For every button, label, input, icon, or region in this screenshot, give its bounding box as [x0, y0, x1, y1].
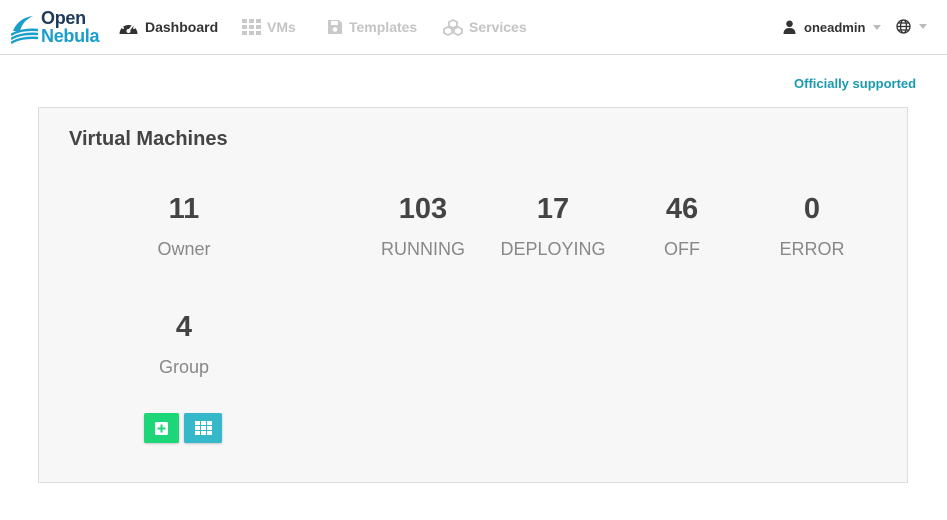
nav-dashboard[interactable]: Dashboard: [118, 17, 218, 37]
create-vm-button[interactable]: [144, 413, 179, 443]
running-count: 103: [398, 193, 448, 225]
cubes-icon: [443, 18, 463, 36]
globe-icon: [896, 19, 911, 34]
error-count: 0: [803, 193, 821, 225]
group-label: Group: [158, 357, 210, 377]
off-count: 46: [665, 193, 699, 225]
vm-list-button[interactable]: [184, 413, 222, 443]
save-icon: [327, 19, 343, 35]
nav-templates-label: Templates: [349, 19, 418, 35]
virtual-machines-panel: Virtual Machines 11 Owner 4 Group 103 RU…: [38, 107, 908, 483]
chevron-down-icon: [873, 24, 882, 30]
grid-icon: [194, 421, 212, 435]
off-label: OFF: [664, 239, 700, 259]
top-bar: Open Nebula Dashboard VMs Templates Serv…: [0, 0, 947, 55]
panel-title: Virtual Machines: [69, 128, 228, 150]
group-count: 4: [175, 311, 193, 343]
running-label: RUNNING: [381, 239, 465, 259]
nav-vms-label: VMs: [267, 19, 296, 35]
nav-services-label: Services: [469, 19, 527, 35]
nav-vms[interactable]: VMs: [242, 17, 296, 37]
running-stat[interactable]: 103 RUNNING: [353, 192, 493, 260]
deploying-count: 17: [536, 193, 570, 225]
owner-count: 11: [168, 193, 200, 225]
error-label: ERROR: [779, 239, 845, 259]
username-label: oneadmin: [804, 19, 866, 35]
nav-services[interactable]: Services: [443, 17, 527, 37]
user-menu[interactable]: oneadmin: [783, 17, 882, 37]
deploying-label: DEPLOYING: [500, 239, 606, 259]
nav-templates[interactable]: Templates: [327, 17, 417, 37]
off-stat[interactable]: 46 OFF: [612, 192, 752, 260]
owner-stat[interactable]: 11 Owner: [114, 192, 254, 260]
language-menu[interactable]: [896, 19, 927, 34]
officially-supported-link[interactable]: Officially supported: [794, 76, 916, 91]
logo-text-nebula: Nebula: [41, 26, 100, 46]
opennebula-logo[interactable]: Open Nebula: [11, 8, 106, 47]
user-icon: [783, 20, 796, 34]
grid-icon: [242, 19, 261, 35]
error-stat[interactable]: 0 ERROR: [742, 192, 882, 260]
dashboard-gauge-icon: [118, 19, 139, 36]
deploying-stat[interactable]: 17 DEPLOYING: [483, 192, 623, 260]
opennebula-logo-mark: [11, 16, 39, 45]
owner-label: Owner: [157, 239, 211, 259]
nav-dashboard-label: Dashboard: [145, 19, 219, 35]
plus-square-icon: [155, 421, 168, 435]
chevron-down-icon: [919, 24, 927, 29]
group-stat[interactable]: 4 Group: [114, 310, 254, 378]
